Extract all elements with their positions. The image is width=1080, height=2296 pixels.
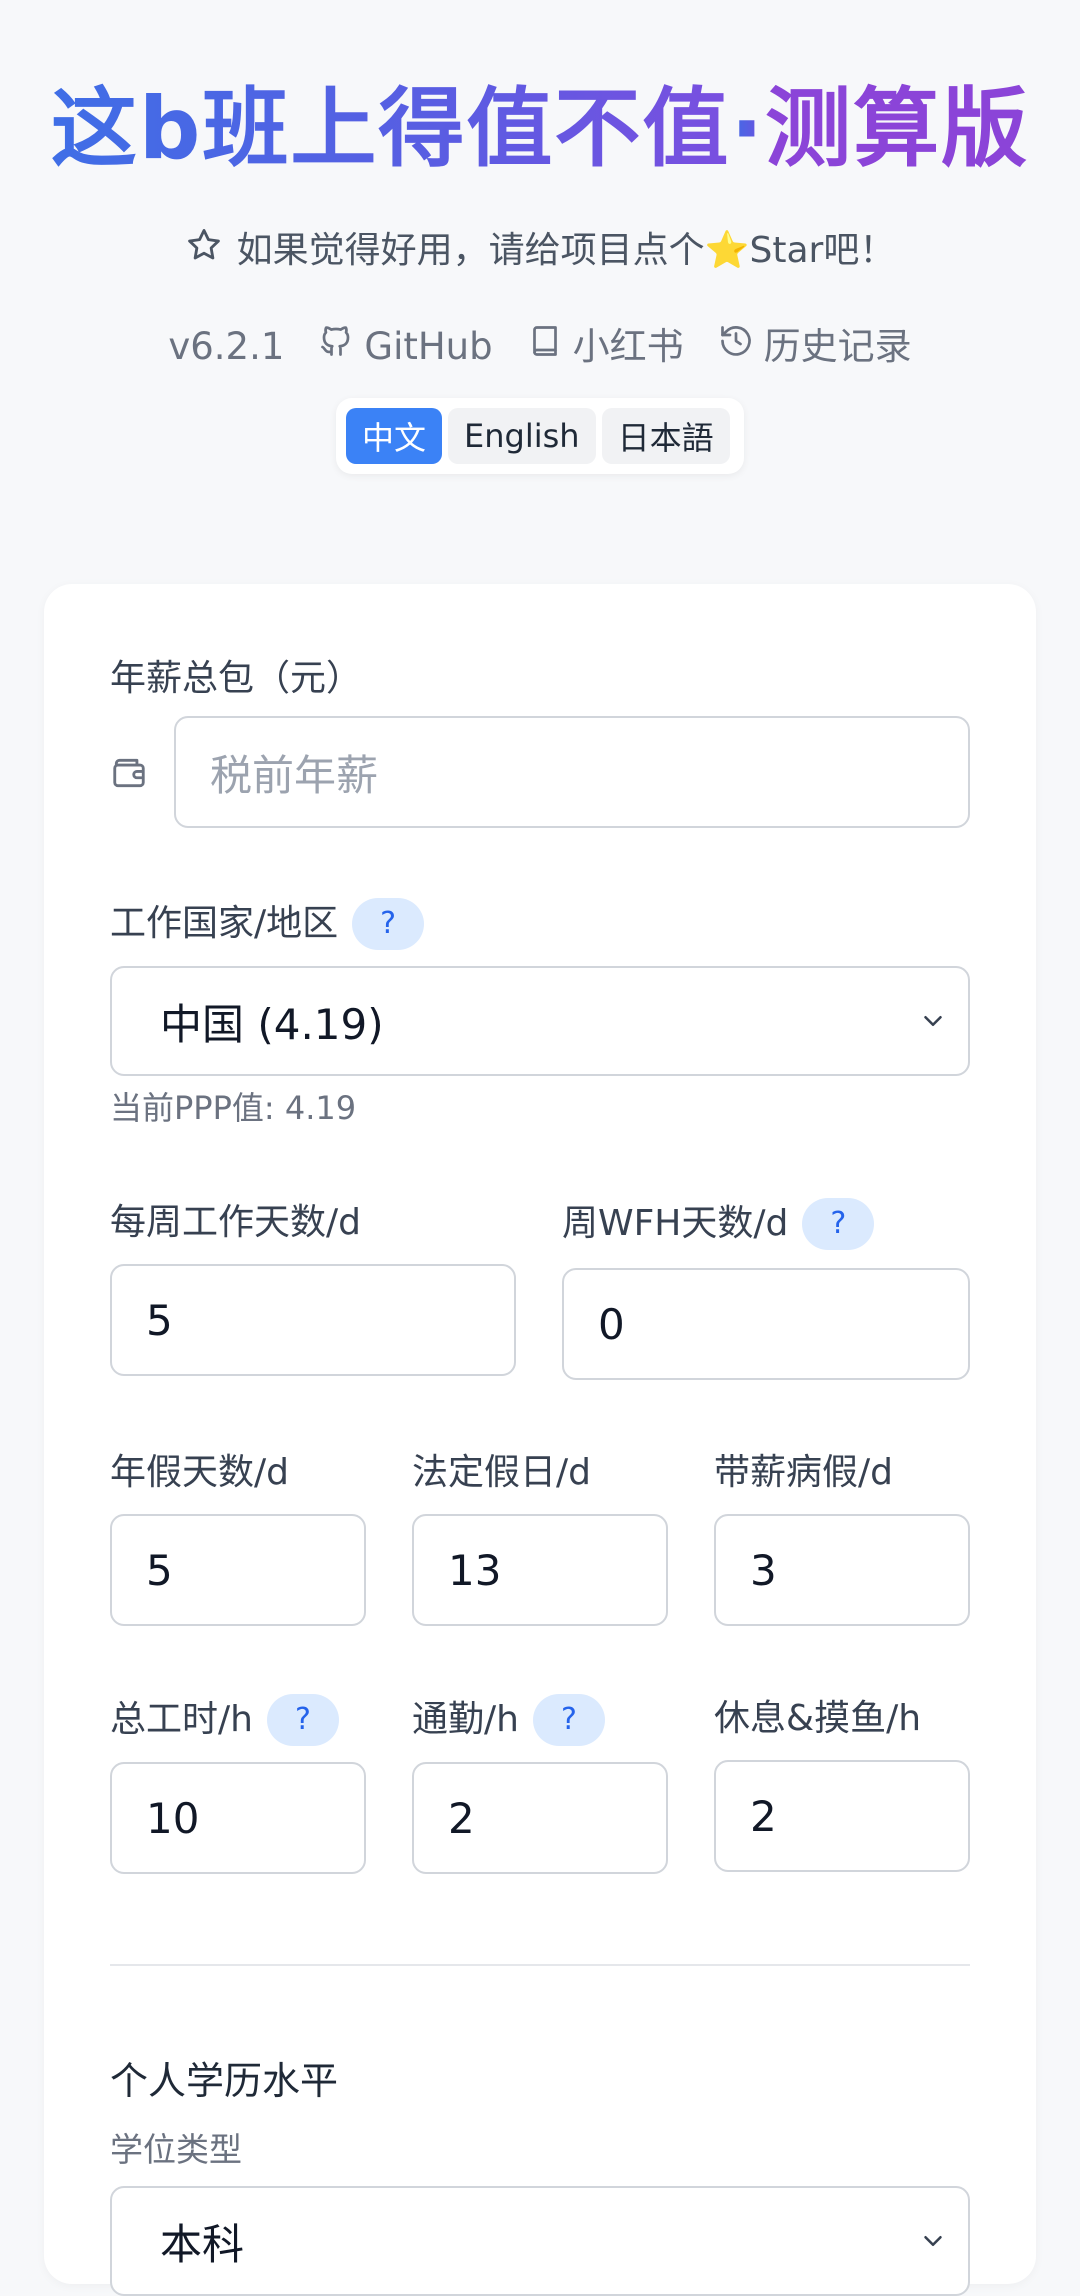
history-link[interactable]: 历史记录 [718,322,912,372]
lang-button-ja[interactable]: 日本語 [601,408,730,464]
rest-input[interactable]: 2 [714,1760,970,1872]
holidays-label: 法定假日/d [412,1448,591,1498]
total-hours-label-text: 总工时/h [110,1699,253,1740]
chevron-down-icon [918,997,948,1046]
xiaohongshu-label: 小红书 [572,325,684,368]
salary-label-text: 年薪总包（元） [110,658,363,699]
country-label-text: 工作国家/地区 [110,903,339,944]
commute-input[interactable]: 2 [412,1762,668,1874]
wfh-days-label-text: 周WFH天数/d [562,1203,789,1244]
header-links: v6.2.1 GitHub 小红书 历史记录 [0,322,1080,372]
version-label: v6.2.1 [168,325,285,368]
country-select[interactable]: 中国 (4.19) [110,966,970,1076]
xiaohongshu-link[interactable]: 小红书 [527,322,684,372]
education-section-title: 个人学历水平 [110,2056,338,2106]
country-help-button[interactable]: ? [352,898,425,950]
calculator-form-card: 年薪总包（元） 税前年薪 工作国家/地区 ? 中国 (4.19) 当前PPP值:… [44,584,1036,2296]
holidays-label-text: 法定假日/d [412,1452,591,1493]
annual-leave-label-text: 年假天数/d [110,1452,289,1493]
wfh-days-input[interactable]: 0 [562,1268,970,1380]
book-icon [527,322,563,372]
github-icon [318,322,354,372]
wfh-help-button[interactable]: ? [802,1198,875,1250]
wfh-days-label: 周WFH天数/d ? [562,1198,875,1250]
commute-help-button[interactable]: ? [532,1694,605,1746]
education-section-title-text: 个人学历水平 [110,2059,339,2103]
total-hours-input[interactable]: 10 [110,1762,366,1874]
history-label: 历史记录 [763,325,912,368]
country-label: 工作国家/地区 ? [110,898,425,950]
salary-input[interactable]: 税前年薪 [174,716,970,828]
holidays-input[interactable]: 13 [412,1514,668,1626]
page-title: 这b班上得值不值·测算版 [0,74,1080,184]
language-switcher: 中文 English 日本語 [336,398,744,474]
github-label: GitHub [364,325,493,368]
country-select-value: 中国 (4.19) [160,999,384,1049]
section-divider [110,1964,970,1966]
degree-select-value: 本科 [160,2219,245,2269]
star-prompt-text: 如果觉得好用，请给项目点个⭐Star吧！ [236,230,896,271]
title-sub: 测算版 [765,79,1030,179]
lang-button-en[interactable]: English [448,408,596,464]
sick-leave-label: 带薪病假/d [714,1448,893,1498]
salary-label: 年薪总包（元） [110,654,362,704]
lang-button-zh[interactable]: 中文 [346,408,443,464]
annual-leave-label: 年假天数/d [110,1448,289,1498]
work-days-label: 每周工作天数/d [110,1198,361,1248]
sick-leave-input[interactable]: 3 [714,1514,970,1626]
degree-type-select[interactable]: 本科 [110,2186,970,2296]
star-prompt: 如果觉得好用，请给项目点个⭐Star吧！ [0,226,1080,278]
commute-label: 通勤/h ? [412,1694,605,1746]
work-days-label-text: 每周工作天数/d [110,1202,361,1243]
rest-label: 休息&摸鱼/h [714,1694,921,1744]
github-link[interactable]: GitHub [318,322,493,372]
star-icon [185,226,223,278]
work-days-input[interactable]: 5 [110,1264,516,1376]
wallet-icon [110,754,148,796]
rest-label-text: 休息&摸鱼/h [714,1698,922,1739]
sick-leave-label-text: 带薪病假/d [714,1452,893,1493]
history-icon [718,322,754,372]
total-hours-label: 总工时/h ? [110,1694,339,1746]
title-separator: · [730,79,766,179]
chevron-down-icon [918,2217,948,2266]
commute-label-text: 通勤/h [412,1699,519,1740]
degree-type-label: 学位类型 [110,2130,242,2169]
ppp-hint: 当前PPP值: 4.19 [110,1089,357,1127]
title-main: 这b班上得值不值 [50,79,731,179]
total-hours-help-button[interactable]: ? [266,1694,339,1746]
annual-leave-input[interactable]: 5 [110,1514,366,1626]
